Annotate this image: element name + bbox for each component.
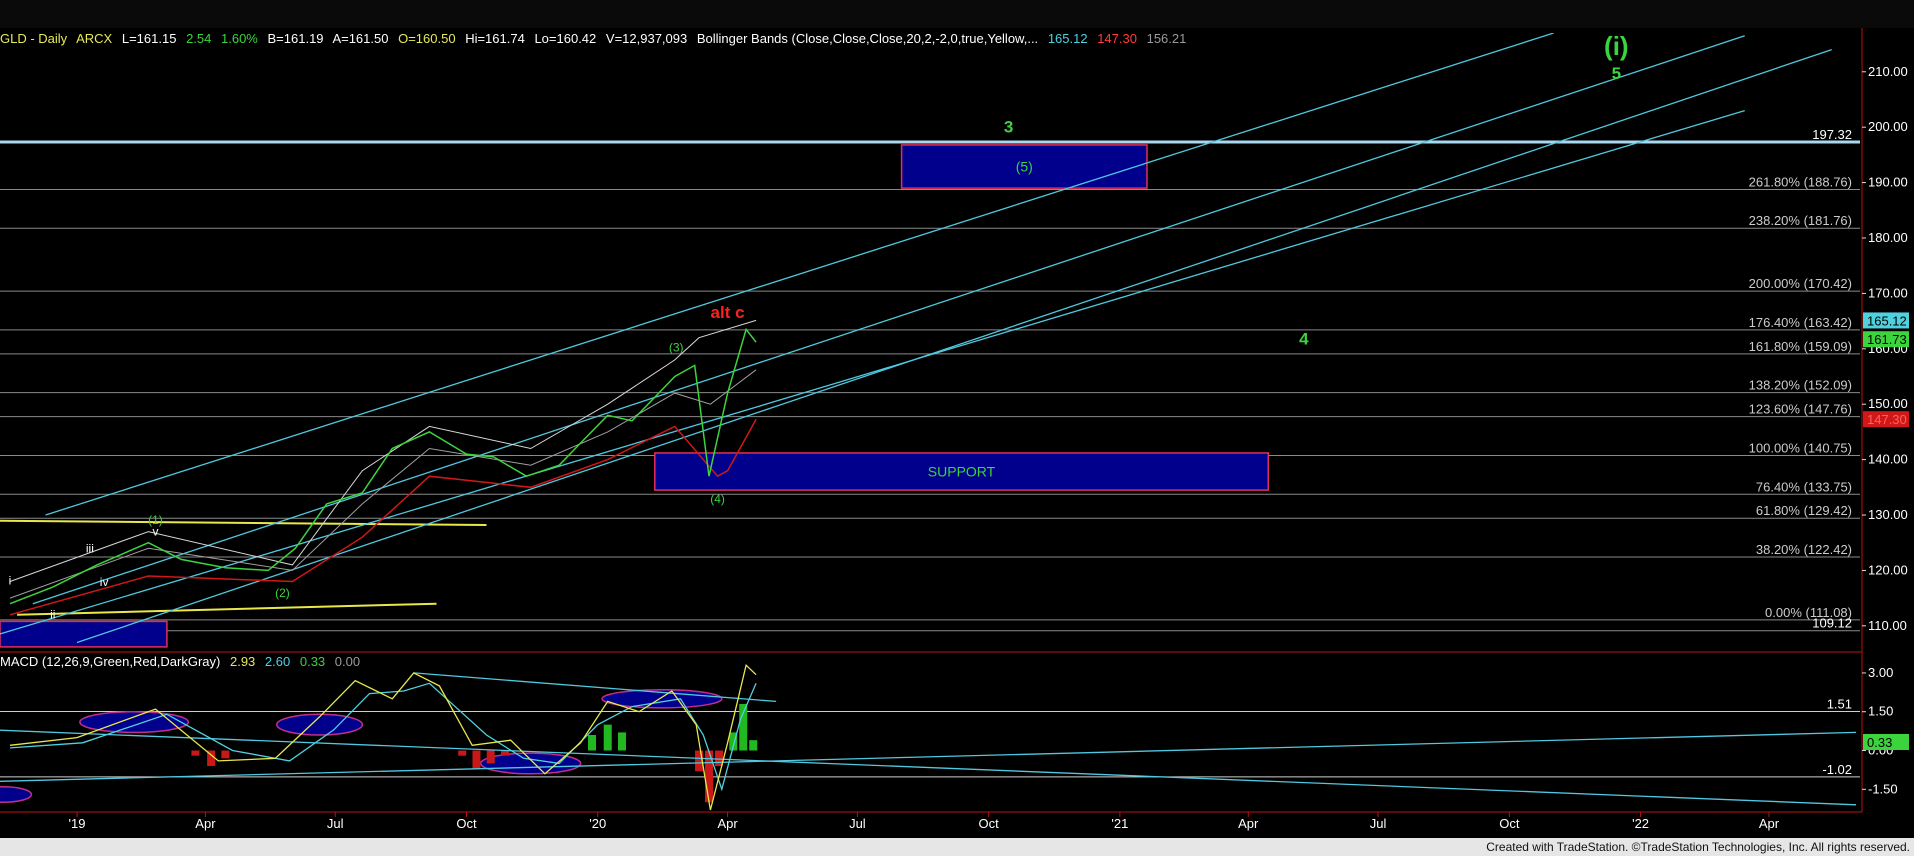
zero-value: 0.00 xyxy=(334,654,361,669)
macd-tick-label: -1.50 xyxy=(1868,781,1898,796)
macd-level-label: 1.51 xyxy=(1827,696,1852,711)
price-tick-label: 210.00 xyxy=(1868,64,1908,79)
macd-histogram-bar xyxy=(617,732,626,751)
credit-text: Created with TradeStation. ©TradeStation… xyxy=(1486,840,1910,854)
macd-histogram-bar xyxy=(486,750,495,764)
macd-histogram-bar xyxy=(603,724,612,751)
bollinger-mid-line xyxy=(9,369,757,599)
fib-level-label: 138.20% (152.09) xyxy=(1749,378,1852,393)
target-box xyxy=(0,620,168,648)
macd-histogram-bar xyxy=(501,750,510,756)
chart-window: GLD - Daily ARCX L=161.15 2.54 1.60% B=1… xyxy=(0,0,1914,856)
macd-histogram-bar xyxy=(739,703,748,751)
wave-label: (i) xyxy=(1604,31,1629,61)
wave-label: (4) xyxy=(710,492,725,506)
macd-histogram-bar xyxy=(588,735,597,751)
target-box-label: SUPPORT xyxy=(928,464,996,480)
channel-line xyxy=(45,33,1554,516)
macd-label: MACD (12,26,9,Green,Red,DarkGray) xyxy=(0,654,221,669)
time-tick-label: Apr xyxy=(1238,816,1259,831)
diff-value: 0.33 xyxy=(299,654,326,669)
time-tick-label: '22 xyxy=(1632,816,1649,831)
price-tick-label: 200.00 xyxy=(1868,119,1908,134)
fib-level-label: 76.40% (133.75) xyxy=(1756,479,1852,494)
time-tick-label: Apr xyxy=(195,816,216,831)
yellow-trendline xyxy=(0,519,487,526)
time-tick-label: '20 xyxy=(589,816,606,831)
wave-label: iv xyxy=(100,575,109,589)
fib-level-label: 197.32 xyxy=(1812,127,1852,142)
fib-level-label: 123.60% (147.76) xyxy=(1749,402,1852,417)
fib-level-label: 176.40% (163.42) xyxy=(1749,315,1852,330)
macd-level-label: -1.02 xyxy=(1822,762,1852,777)
time-tick-label: Apr xyxy=(717,816,738,831)
time-tick-label: Jul xyxy=(327,816,344,831)
price-tick-label: 150.00 xyxy=(1868,396,1908,411)
wave-label: 3 xyxy=(1004,118,1013,137)
target-box-label: (5) xyxy=(1016,159,1033,175)
price-tag-label: 161.73 xyxy=(1867,332,1907,347)
fib-level-label: 100.00% (140.75) xyxy=(1749,440,1852,455)
macd-tick-label: 1.50 xyxy=(1868,704,1893,719)
macd-histogram-bar xyxy=(458,750,467,756)
wave-label: ii xyxy=(50,608,55,622)
price-tick-label: 110.00 xyxy=(1868,618,1907,633)
price-tag-label: 165.12 xyxy=(1867,313,1907,328)
wave-label: i xyxy=(9,573,12,587)
channel-line xyxy=(76,48,1832,644)
wave-label: alt c xyxy=(711,303,745,322)
macd-trendline xyxy=(0,731,1857,782)
fib-level-label: 38.20% (122.42) xyxy=(1756,542,1852,557)
price-tag-label: 147.30 xyxy=(1867,412,1907,427)
signal-value: 2.60 xyxy=(264,654,291,669)
macd-histogram-bar xyxy=(191,750,200,756)
macd-value: 2.93 xyxy=(229,654,256,669)
bollinger-lower-line xyxy=(9,418,757,616)
price-tick-label: 130.00 xyxy=(1868,507,1908,522)
wave-label: (3) xyxy=(669,341,684,355)
price-tick-label: 140.00 xyxy=(1868,452,1908,467)
price-line xyxy=(9,327,757,605)
fib-level-label: 200.00% (170.42) xyxy=(1749,276,1852,291)
macd-tag-label: 0.33 xyxy=(1867,735,1892,750)
wave-label: (2) xyxy=(275,586,290,600)
macd-tick-label: 3.00 xyxy=(1868,665,1893,680)
time-tick-label: '21 xyxy=(1111,816,1128,831)
time-tick-label: Oct xyxy=(456,816,477,831)
macd-trendline xyxy=(413,672,777,703)
price-tick-label: 190.00 xyxy=(1868,175,1908,190)
macd-line xyxy=(9,663,757,811)
time-tick-label: '19 xyxy=(69,816,86,831)
fib-level-label: 238.20% (181.76) xyxy=(1749,213,1852,228)
price-tick-label: 120.00 xyxy=(1868,562,1908,577)
fib-level-label: 261.80% (188.76) xyxy=(1749,174,1852,189)
macd-histogram-bar xyxy=(472,750,481,769)
macd-histogram-bar xyxy=(221,750,230,759)
price-tick-label: 180.00 xyxy=(1868,230,1908,245)
macd-trendline xyxy=(0,729,1857,806)
wave-label: iii xyxy=(86,542,94,556)
wave-label: v xyxy=(152,525,158,539)
macd-ellipse xyxy=(0,785,33,803)
time-tick-label: Oct xyxy=(979,816,1000,831)
time-tick-label: Apr xyxy=(1759,816,1780,831)
macd-header: MACD (12,26,9,Green,Red,DarkGray) 2.93 2… xyxy=(0,654,366,669)
time-tick-label: Jul xyxy=(1370,816,1387,831)
chart-canvas[interactable]: 110.00120.00130.00140.00150.00160.00170.… xyxy=(0,0,1914,838)
price-tick-label: 170.00 xyxy=(1868,285,1908,300)
time-tick-label: Oct xyxy=(1499,816,1520,831)
fib-level-label: 61.80% (129.42) xyxy=(1756,503,1852,518)
time-tick-label: Jul xyxy=(849,816,866,831)
macd-histogram-bar xyxy=(749,740,758,751)
wave-label: 4 xyxy=(1299,329,1309,348)
fib-level-label: 161.80% (159.09) xyxy=(1749,339,1852,354)
wave-label: 5 xyxy=(1612,64,1621,83)
fib-level-label: 109.12 xyxy=(1812,616,1852,631)
